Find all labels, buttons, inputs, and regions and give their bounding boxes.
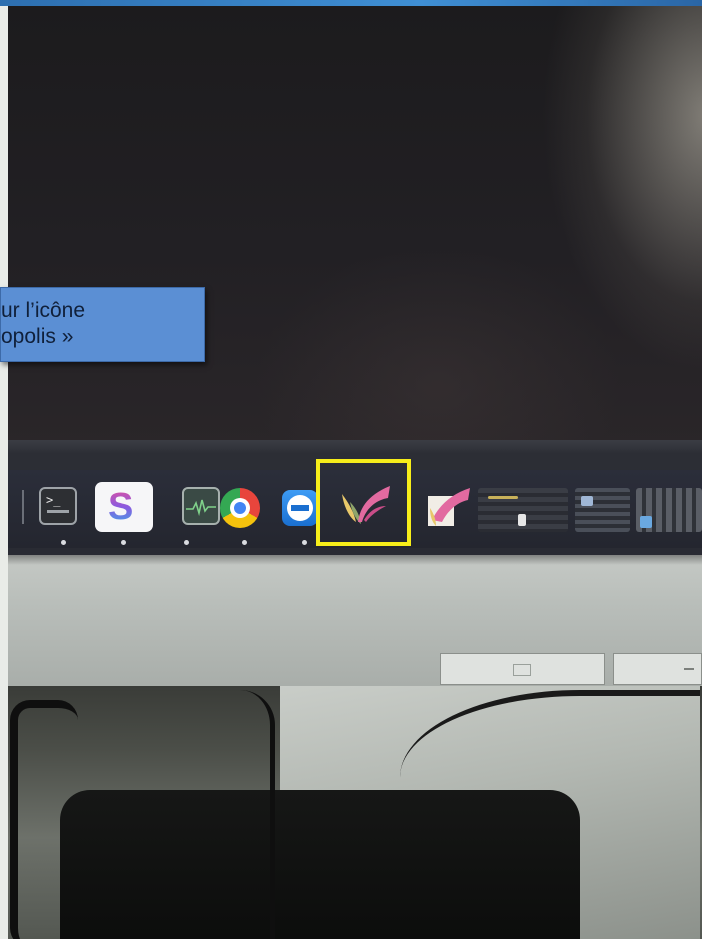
running-indicator: [61, 540, 66, 545]
terminal-bar: [47, 510, 69, 513]
system-monitor-icon[interactable]: [182, 487, 220, 525]
running-indicator: [121, 540, 126, 545]
running-indicator: [302, 540, 307, 545]
stack-s-glyph: S: [108, 486, 134, 528]
photo: ur l’icône opolis » >_ S: [0, 0, 702, 939]
swoosh-logo-2: [428, 488, 470, 526]
terminal-icon[interactable]: >_: [39, 487, 77, 525]
terminal-prompt: >_: [46, 493, 61, 507]
window-thumbnail[interactable]: [636, 488, 702, 532]
pink-swoosh-icon[interactable]: [422, 478, 474, 532]
stack-s-icon[interactable]: S: [95, 482, 153, 532]
dock-separator: [22, 490, 24, 524]
callout-line-1: ur l’icône: [1, 299, 86, 322]
chrome-icon[interactable]: [220, 488, 260, 528]
thumbnail-block: [640, 516, 652, 528]
thumbnail-line: [488, 496, 518, 499]
pulse-line-icon: [186, 499, 216, 517]
chrome-core: [234, 502, 246, 514]
monitor-input-button: [440, 653, 605, 685]
slide-left-edge: [0, 6, 8, 939]
running-indicator: [242, 540, 247, 545]
window-thumbnail[interactable]: [575, 488, 630, 532]
callout-line-2: opolis »: [1, 325, 74, 348]
thumbnail-block: [581, 496, 593, 506]
minus-icon: [684, 668, 694, 670]
monitor-minus-button: [613, 653, 702, 685]
window-thumbnail[interactable]: [478, 488, 568, 532]
chin-shadow: [8, 555, 702, 565]
cable: [240, 690, 275, 939]
monitor-screen: [8, 6, 702, 450]
instruction-callout: ur l’icône opolis »: [0, 287, 205, 362]
teamviewer-arrow: [291, 505, 309, 511]
selection-highlight-box: [316, 459, 411, 546]
thumbnail-figure: [518, 514, 526, 526]
input-source-icon: [513, 664, 531, 676]
running-indicator: [184, 540, 189, 545]
teamviewer-icon[interactable]: [282, 490, 318, 526]
cable: [10, 700, 78, 939]
